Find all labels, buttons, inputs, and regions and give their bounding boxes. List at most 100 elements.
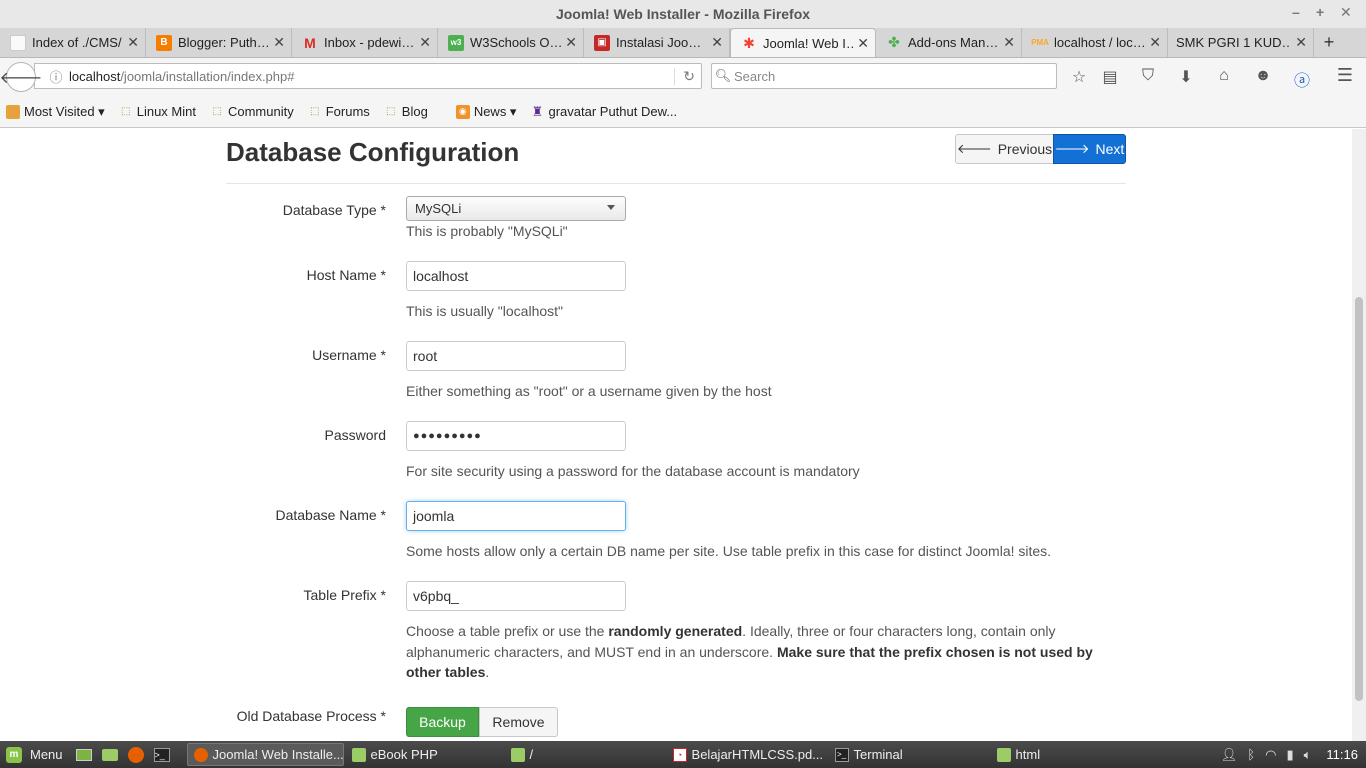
tab-index-of-cms[interactable]: Index of ./CMS/ ✕ bbox=[0, 28, 146, 57]
username-input[interactable]: root bbox=[406, 341, 626, 371]
pocket-icon[interactable]: ⛉ bbox=[1137, 67, 1159, 85]
wifi-icon[interactable]: ◠ bbox=[1265, 747, 1276, 763]
tab-smk-pgri[interactable]: SMK PGRI 1 KUD… ✕ bbox=[1168, 28, 1314, 57]
bookmark-star-icon[interactable]: ☆ bbox=[1068, 67, 1090, 87]
search-icon: 🔍︎ bbox=[714, 68, 732, 83]
url-host: localhost bbox=[69, 68, 121, 84]
taskbar-window-terminal[interactable]: >_ Terminal bbox=[829, 743, 989, 766]
password-input[interactable]: ●●●●●●●●● bbox=[406, 421, 626, 451]
menu-label: Menu bbox=[30, 747, 63, 762]
bluetooth-icon[interactable]: ᛒ bbox=[1247, 747, 1255, 762]
search-placeholder: Search bbox=[734, 68, 776, 84]
emoji-icon[interactable]: ☻ bbox=[1252, 67, 1274, 85]
close-window-button[interactable]: ✕ bbox=[1340, 4, 1352, 21]
user-icon[interactable]: 👤︎ bbox=[1221, 747, 1238, 763]
minimize-button[interactable]: – bbox=[1292, 4, 1300, 20]
backup-button[interactable]: Backup bbox=[406, 707, 479, 737]
taskbar: m Menu >_ Joomla! Web Installe... eBook … bbox=[0, 741, 1366, 768]
taskbar-window-pdf[interactable]: ◔ BelajarHTMLCSS.pd... bbox=[667, 743, 827, 766]
show-desktop-icon[interactable] bbox=[73, 744, 95, 766]
url-bar[interactable]: ⓘ localhost/joomla/installation/index.ph… bbox=[34, 63, 702, 89]
back-button[interactable]: 🡐 bbox=[0, 62, 42, 92]
tab-close-icon[interactable]: ✕ bbox=[565, 34, 577, 51]
maximize-button[interactable]: + bbox=[1316, 4, 1324, 20]
bookmark-news[interactable]: ◉ News ▾ bbox=[455, 104, 516, 120]
taskbar-window-html[interactable]: html bbox=[991, 743, 1151, 766]
arrow-left-icon: 🡐 bbox=[956, 141, 992, 156]
linux-mint-icon: ⬚ bbox=[212, 106, 222, 117]
start-menu-button[interactable]: m Menu bbox=[0, 741, 71, 768]
new-tab-button[interactable]: + bbox=[1314, 28, 1344, 57]
host-value: localhost bbox=[413, 268, 469, 284]
page-icon bbox=[10, 34, 26, 51]
clock[interactable]: 11:16 bbox=[1326, 747, 1358, 762]
db-name-input[interactable]: joomla bbox=[406, 501, 626, 531]
bookmark-linux-mint[interactable]: ⬚ Linux Mint bbox=[119, 104, 196, 119]
tab-joomla-web-installer[interactable]: ✱ Joomla! Web I… ✕ bbox=[730, 28, 876, 57]
host-input[interactable]: localhost bbox=[406, 261, 626, 291]
bookmarks-toolbar: Most Visited ▾ ⬚ Linux Mint ⬚ Community … bbox=[0, 96, 1366, 128]
tab-close-icon[interactable]: ✕ bbox=[127, 34, 139, 51]
next-button[interactable]: 🡒 Next bbox=[1053, 134, 1126, 164]
db-type-select[interactable]: MySQLi bbox=[406, 196, 626, 221]
tab-close-icon[interactable]: ✕ bbox=[419, 34, 431, 51]
prefix-help-bold: randomly generated bbox=[608, 623, 743, 639]
hamburger-menu-icon[interactable]: ☰ bbox=[1334, 65, 1356, 86]
taskbar-window-root-folder[interactable]: / bbox=[505, 743, 665, 766]
scrollbar-thumb[interactable] bbox=[1355, 297, 1363, 701]
gravatar-icon: ♜ bbox=[531, 103, 544, 119]
account-icon[interactable]: ⓐ bbox=[1291, 67, 1313, 91]
tab-strip: Index of ./CMS/ ✕ B Blogger: Puth… ✕ M I… bbox=[0, 28, 1366, 58]
reading-list-icon[interactable]: ▤ bbox=[1099, 67, 1121, 87]
info-icon[interactable]: ⓘ bbox=[43, 67, 69, 86]
bookmark-label: gravatar Puthut Dew... bbox=[548, 104, 678, 119]
battery-icon[interactable]: ▮ bbox=[1286, 747, 1293, 763]
tab-label: Add-ons Man… bbox=[908, 35, 999, 50]
prefix-label: Table Prefix * bbox=[303, 587, 386, 603]
bookmark-most-visited[interactable]: Most Visited ▾ bbox=[6, 104, 105, 120]
tab-phpmyadmin[interactable]: PMA localhost / loc… ✕ bbox=[1022, 28, 1168, 57]
host-label: Host Name * bbox=[306, 267, 386, 283]
taskbar-window-ebook-php[interactable]: eBook PHP bbox=[346, 743, 503, 766]
tab-gmail-inbox[interactable]: M Inbox - pdewi… ✕ bbox=[292, 28, 438, 57]
pdf-icon: ◔ bbox=[672, 747, 687, 762]
gmail-icon: M bbox=[304, 34, 316, 51]
remove-button[interactable]: Remove bbox=[479, 707, 558, 737]
tab-label: Index of ./CMS/ bbox=[32, 35, 122, 50]
linux-mint-logo-icon: m bbox=[6, 746, 22, 763]
files-icon[interactable] bbox=[99, 744, 121, 766]
taskbar-window-firefox[interactable]: Joomla! Web Installe... bbox=[186, 743, 344, 766]
page-scrollbar[interactable] bbox=[1352, 129, 1366, 741]
home-icon[interactable]: ⌂ bbox=[1213, 67, 1235, 85]
window-titlebar: Joomla! Web Installer - Mozilla Firefox … bbox=[0, 0, 1366, 28]
download-icon[interactable]: ⬇ bbox=[1175, 67, 1197, 87]
previous-button[interactable]: 🡐 Previous bbox=[955, 134, 1054, 164]
tab-w3schools[interactable]: w3 W3Schools O… ✕ bbox=[438, 28, 584, 57]
firefox-icon[interactable] bbox=[125, 744, 147, 766]
bookmark-blog[interactable]: ⬚ Blog bbox=[384, 104, 428, 119]
prefix-input[interactable]: v6pbq_ bbox=[406, 581, 626, 611]
tab-instalasi-joomla[interactable]: ▣ Instalasi Joo… ✕ bbox=[584, 28, 730, 57]
navigation-toolbar: ⓘ localhost/joomla/installation/index.ph… bbox=[0, 58, 1366, 96]
linux-mint-icon: ⬚ bbox=[309, 106, 320, 117]
tab-addons-manager[interactable]: ✤ Add-ons Man… ✕ bbox=[876, 28, 1022, 57]
terminal-icon[interactable]: >_ bbox=[151, 744, 173, 766]
bookmark-gravatar[interactable]: ♜ gravatar Puthut Dew... bbox=[530, 103, 678, 120]
bookmark-forums[interactable]: ⬚ Forums bbox=[308, 104, 370, 119]
tab-close-icon[interactable]: ✕ bbox=[711, 34, 723, 51]
tab-close-icon[interactable]: ✕ bbox=[1295, 34, 1307, 51]
reload-icon[interactable]: ↻ bbox=[674, 68, 695, 85]
taskbar-window-label: BelajarHTMLCSS.pd... bbox=[691, 747, 824, 762]
terminal-icon: >_ bbox=[834, 747, 849, 762]
tab-close-icon[interactable]: ✕ bbox=[1149, 34, 1161, 51]
tab-close-icon[interactable]: ✕ bbox=[1003, 34, 1015, 51]
tab-blogger[interactable]: B Blogger: Puth… ✕ bbox=[146, 28, 292, 57]
tab-close-icon[interactable]: ✕ bbox=[273, 34, 285, 51]
tab-label: Instalasi Joo… bbox=[616, 35, 702, 50]
bookmark-community[interactable]: ⬚ Community bbox=[210, 104, 293, 119]
site-icon: ▣ bbox=[594, 34, 610, 51]
tab-close-icon[interactable]: ✕ bbox=[857, 35, 869, 52]
folder-icon bbox=[351, 747, 366, 762]
search-input[interactable]: 🔍︎ Search bbox=[711, 63, 1057, 89]
volume-icon[interactable]: 🔈︎ bbox=[1304, 747, 1312, 763]
